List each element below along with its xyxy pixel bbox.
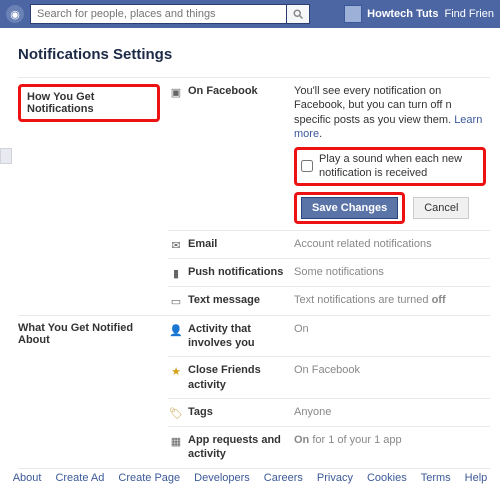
footer-link[interactable]: Cookies	[367, 472, 407, 484]
phone-icon: ▮	[173, 267, 179, 280]
footer-link[interactable]: Developers	[194, 472, 250, 484]
push-label: Push notifications	[184, 265, 294, 279]
tags-value: Anyone	[294, 405, 486, 419]
footer-link[interactable]: Careers	[264, 472, 303, 484]
email-value: Account related notifications	[294, 237, 486, 251]
user-menu[interactable]: Howtech Tuts	[344, 5, 438, 23]
close-friends-value: On Facebook	[294, 363, 486, 377]
push-value: Some notifications	[294, 265, 486, 279]
username-label: Howtech Tuts	[367, 8, 438, 20]
topbar: ◉ Howtech Tuts Find Frien	[0, 0, 500, 28]
sound-label: Play a sound when each new notification …	[319, 152, 479, 181]
close-friends-label: Close Friends activity	[184, 363, 294, 392]
sound-checkbox[interactable]	[301, 160, 313, 172]
footer-link[interactable]: Create Ad	[55, 472, 104, 484]
footer-link[interactable]: Privacy	[317, 472, 353, 484]
apps-icon: ▦	[171, 435, 181, 448]
section-how-title: How You Get Notifications	[27, 91, 94, 115]
highlight-annotation: How You Get Notifications	[18, 84, 160, 122]
row-email[interactable]: ✉ Email Account related notifications	[168, 231, 490, 259]
star-icon: ★	[171, 365, 181, 378]
on-fb-label: On Facebook	[184, 84, 294, 98]
footer-link[interactable]: Terms	[421, 472, 451, 484]
row-on-facebook: ▣ On Facebook You'll see every notificat…	[168, 78, 490, 231]
sms-value: Text notifications are turned off	[294, 293, 486, 307]
fb-logo-icon[interactable]: ◉	[6, 5, 24, 23]
person-icon: 👤	[169, 324, 183, 337]
footer-link[interactable]: About	[13, 472, 42, 484]
footer: About Create Ad Create Page Developers C…	[0, 472, 500, 484]
search-wrap	[30, 4, 310, 24]
avatar	[344, 5, 362, 23]
row-push[interactable]: ▮ Push notifications Some notifications	[168, 259, 490, 287]
section-what-title: What You Get Notified About	[18, 316, 168, 468]
settings-block: How You Get Notifications ▣ On Facebook …	[18, 77, 490, 469]
on-fb-desc: You'll see every notification on Faceboo…	[294, 84, 486, 141]
footer-link[interactable]: Create Page	[118, 472, 180, 484]
activity-value: On	[294, 322, 486, 336]
activity-label: Activity that involves you	[184, 322, 294, 351]
highlight-annotation: Save Changes	[294, 192, 405, 224]
sound-checkbox-row[interactable]: Play a sound when each new notification …	[301, 152, 479, 181]
apps-label: App requests and activity	[184, 433, 294, 462]
row-close-friends[interactable]: ★ Close Friends activity On Facebook	[168, 357, 490, 399]
sms-label: Text message	[184, 293, 294, 307]
row-apps[interactable]: ▦ App requests and activity On for 1 of …	[168, 427, 490, 468]
save-button[interactable]: Save Changes	[301, 197, 398, 219]
find-friends-link[interactable]: Find Frien	[444, 8, 494, 20]
tags-label: Tags	[184, 405, 294, 419]
email-label: Email	[184, 237, 294, 251]
apps-value: On for 1 of your 1 app	[294, 433, 486, 447]
sidebar-fragment	[0, 148, 12, 164]
page-title: Notifications Settings	[18, 46, 490, 63]
section-how: How You Get Notifications ▣ On Facebook …	[18, 78, 490, 316]
fb-icon: ▣	[171, 86, 181, 99]
row-tags[interactable]: 🏷 Tags Anyone	[168, 399, 490, 427]
tag-icon: 🏷	[169, 407, 183, 420]
email-icon: ✉	[171, 239, 180, 252]
highlight-annotation: Play a sound when each new notification …	[294, 147, 486, 186]
row-sms[interactable]: ▭ Text message Text notifications are tu…	[168, 287, 490, 315]
footer-link[interactable]: Help	[465, 472, 488, 484]
search-input[interactable]	[30, 4, 286, 24]
content: Notifications Settings How You Get Notif…	[0, 28, 500, 477]
cancel-button[interactable]: Cancel	[413, 197, 469, 219]
section-what: What You Get Notified About 👤 Activity t…	[18, 316, 490, 468]
row-activity[interactable]: 👤 Activity that involves you On	[168, 316, 490, 358]
sms-icon: ▭	[171, 295, 181, 308]
search-icon[interactable]	[286, 4, 310, 24]
